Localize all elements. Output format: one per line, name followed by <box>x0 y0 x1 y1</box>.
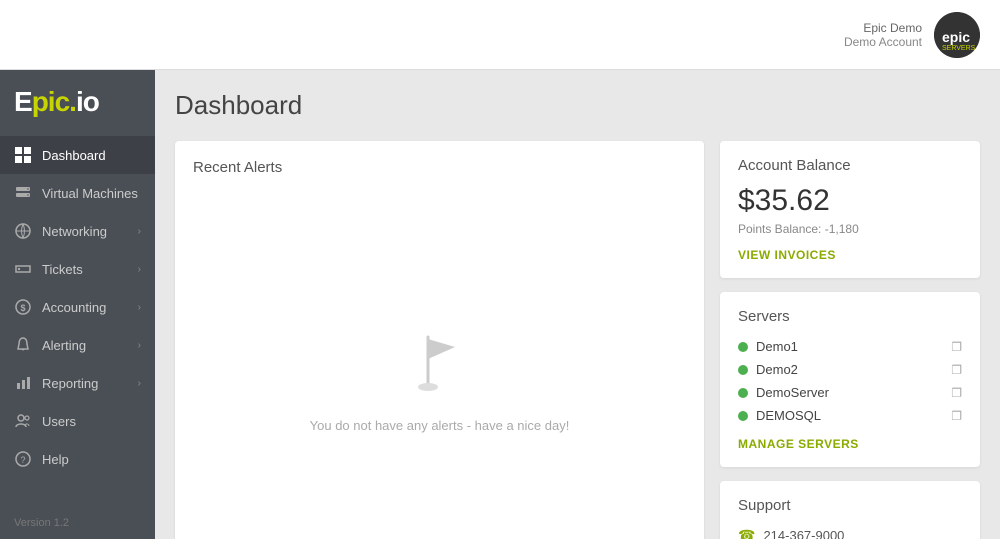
sidebar-item-virtual-machines[interactable]: Virtual Machines <box>0 174 155 212</box>
support-card: Support ☎ 214-367-9000 ✉ support@epicser… <box>720 481 980 539</box>
view-invoices-link[interactable]: VIEW INVOICES <box>738 248 962 262</box>
servers-list: Demo1 ❐ Demo2 ❐ DemoServer ❐ <box>738 335 962 427</box>
topbar-account: Demo Account <box>844 35 922 49</box>
account-balance-title: Account Balance <box>738 157 962 174</box>
right-column: Account Balance $35.62 Points Balance: -… <box>720 141 980 539</box>
flag-icon <box>410 327 470 404</box>
edit-icon[interactable]: ❐ <box>951 340 962 354</box>
edit-icon[interactable]: ❐ <box>951 409 962 423</box>
chevron-right-icon: › <box>138 226 141 237</box>
sidebar-item-networking[interactable]: Networking › <box>0 212 155 250</box>
bell-icon <box>14 336 32 354</box>
manage-servers-link[interactable]: MANAGE SERVERS <box>738 437 962 451</box>
sidebar: Epic.io Dashboard Virtual Machines <box>0 70 155 539</box>
dollar-icon: $ <box>14 298 32 316</box>
users-icon <box>14 412 32 430</box>
sidebar-item-label: Alerting <box>42 338 128 353</box>
layout: Epic.io Dashboard Virtual Machines <box>0 70 1000 539</box>
phone-icon: ☎ <box>738 527 755 539</box>
server-status-dot <box>738 365 748 375</box>
sidebar-item-label: Virtual Machines <box>42 186 141 201</box>
alerts-empty-state: You do not have any alerts - have a nice… <box>193 192 686 539</box>
svg-text:SERVERS: SERVERS <box>942 45 976 52</box>
topbar-username: Epic Demo <box>844 21 922 35</box>
balance-points: Points Balance: -1,180 <box>738 222 962 236</box>
topbar-text: Epic Demo Demo Account <box>844 21 922 49</box>
sidebar-nav: Dashboard Virtual Machines Networking › <box>0 132 155 507</box>
sidebar-item-accounting[interactable]: $ Accounting › <box>0 288 155 326</box>
sidebar-item-tickets[interactable]: Tickets › <box>0 250 155 288</box>
server-icon <box>14 184 32 202</box>
servers-title: Servers <box>738 308 962 325</box>
alerts-card: Recent Alerts You do not have any alerts… <box>175 141 704 539</box>
server-status-dot <box>738 388 748 398</box>
server-name: Demo1 <box>756 339 943 354</box>
servers-card: Servers Demo1 ❐ Demo2 ❐ <box>720 292 980 467</box>
avatar[interactable]: epic SERVERS <box>934 12 980 58</box>
main-content: Dashboard Recent Alerts <box>155 70 1000 539</box>
chevron-right-icon: › <box>138 264 141 275</box>
table-row: DEMOSQL ❐ <box>738 404 962 427</box>
sidebar-item-reporting[interactable]: Reporting › <box>0 364 155 402</box>
sidebar-item-label: Networking <box>42 224 128 239</box>
grid-icon <box>14 146 32 164</box>
help-icon: ? <box>14 450 32 468</box>
sidebar-version: Version 1.2 <box>0 507 155 539</box>
page-title: Dashboard <box>175 90 980 121</box>
table-row: Demo1 ❐ <box>738 335 962 358</box>
sidebar-item-help[interactable]: ? Help <box>0 440 155 478</box>
ticket-icon <box>14 260 32 278</box>
alerts-card-title: Recent Alerts <box>193 159 686 176</box>
support-title: Support <box>738 497 962 514</box>
edit-icon[interactable]: ❐ <box>951 363 962 377</box>
chevron-right-icon: › <box>138 302 141 313</box>
table-row: Demo2 ❐ <box>738 358 962 381</box>
support-phone-row: ☎ 214-367-9000 <box>738 524 962 539</box>
balance-amount: $35.62 <box>738 184 962 218</box>
content-row: Recent Alerts You do not have any alerts… <box>175 141 980 539</box>
sidebar-item-label: Accounting <box>42 300 128 315</box>
svg-text:epic: epic <box>942 29 970 45</box>
sidebar-item-users[interactable]: Users <box>0 402 155 440</box>
sidebar-item-label: Reporting <box>42 376 128 391</box>
server-status-dot <box>738 342 748 352</box>
chevron-right-icon: › <box>138 378 141 389</box>
account-balance-card: Account Balance $35.62 Points Balance: -… <box>720 141 980 278</box>
server-status-dot <box>738 411 748 421</box>
table-row: DemoServer ❐ <box>738 381 962 404</box>
alerts-empty-message: You do not have any alerts - have a nice… <box>310 418 570 433</box>
server-name: DemoServer <box>756 385 943 400</box>
sidebar-item-label: Help <box>42 452 141 467</box>
sidebar-item-dashboard[interactable]: Dashboard <box>0 136 155 174</box>
svg-text:$: $ <box>21 303 26 313</box>
sidebar-item-label: Tickets <box>42 262 128 277</box>
topbar-user: Epic Demo Demo Account epic SERVERS <box>844 12 980 58</box>
topbar: Epic Demo Demo Account epic SERVERS <box>0 0 1000 70</box>
logo-text: Epic.io <box>14 86 99 118</box>
edit-icon[interactable]: ❐ <box>951 386 962 400</box>
chevron-right-icon: › <box>138 340 141 351</box>
chart-icon <box>14 374 32 392</box>
sidebar-item-label: Dashboard <box>42 148 141 163</box>
server-name: Demo2 <box>756 362 943 377</box>
sidebar-logo: Epic.io <box>0 70 155 132</box>
sidebar-item-label: Users <box>42 414 141 429</box>
svg-text:?: ? <box>21 455 26 465</box>
server-name: DEMOSQL <box>756 408 943 423</box>
globe-icon <box>14 222 32 240</box>
support-phone[interactable]: 214-367-9000 <box>763 528 844 539</box>
sidebar-item-alerting[interactable]: Alerting › <box>0 326 155 364</box>
